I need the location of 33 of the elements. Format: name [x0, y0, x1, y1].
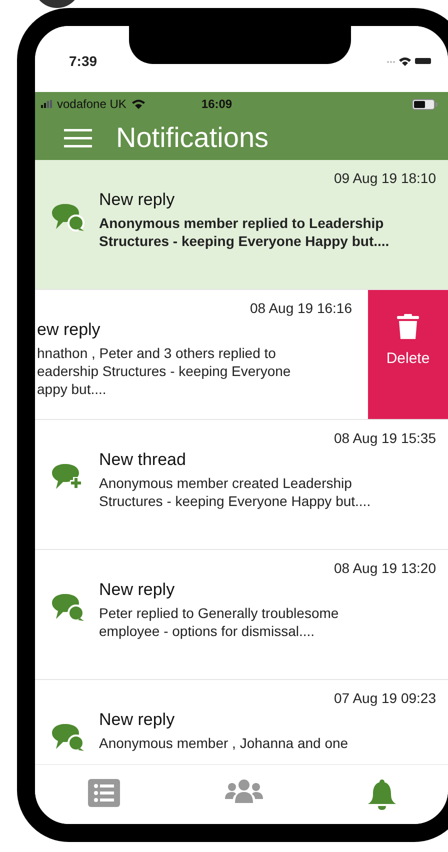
notification-item[interactable]: 09 Aug 19 18:10 New reply Anonymous member replied to Leadership Structures - keeping Everyone Happy but.... [35, 160, 448, 289]
notification-text: Anonymous member created Leadership Structures - keeping Everyone Happy but.... [99, 474, 372, 510]
notification-title: New thread [99, 450, 187, 470]
menu-icon[interactable] [64, 128, 92, 148]
status-time: 7:39 [69, 53, 98, 69]
timestamp: 08 Aug 19 13:20 [334, 560, 436, 576]
signal-wifi-battery-icon [386, 56, 432, 66]
notification-text: Peter replied to Generally troublesome employee - options for dismissal.... [99, 604, 340, 640]
chat-bubbles-icon [51, 722, 85, 752]
notification-text: Anonymous member replied to Leadership Structures - keeping Everyone Happy but.... [99, 214, 390, 250]
signal-icon [41, 100, 53, 108]
notification-text: Anonymous member , Johanna and one [99, 734, 348, 752]
chat-bubbles-icon [51, 202, 85, 232]
list-icon[interactable] [88, 779, 120, 807]
notification-title: New reply [99, 710, 176, 730]
bell-icon[interactable] [368, 779, 396, 811]
trash-icon [397, 314, 419, 340]
notification-title: New reply [99, 190, 176, 210]
people-icon[interactable] [224, 779, 262, 803]
timestamp: 08 Aug 19 15:35 [334, 430, 436, 446]
wifi-icon [132, 99, 146, 109]
chat-bubbles-icon [51, 592, 85, 622]
status-time: 16:09 [201, 97, 232, 111]
notification-title: ew reply [37, 320, 102, 340]
timestamp: 09 Aug 19 18:10 [334, 170, 436, 186]
timestamp: 08 Aug 19 16:16 [250, 300, 352, 316]
battery-icon [412, 98, 438, 110]
page-title: Notifications [116, 122, 269, 154]
timestamp: 07 Aug 19 09:23 [334, 690, 436, 706]
delete-button[interactable]: Delete [368, 290, 448, 419]
notification-title: New reply [99, 580, 176, 600]
notification-text: hnathon , Peter and 3 others replied to eadership Structures - keeping Everyone appy but.... [37, 344, 291, 399]
carrier-name: vodafone UK [57, 97, 126, 111]
